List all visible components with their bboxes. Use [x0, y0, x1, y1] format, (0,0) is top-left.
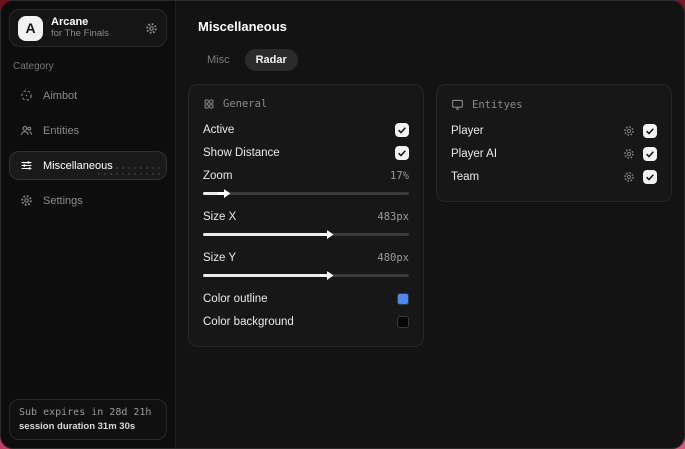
toggle-label: Active: [203, 124, 235, 136]
sliders-icon: [20, 159, 33, 172]
general-panel: General Active Show Distance Zoom 17% Si…: [188, 84, 424, 347]
toggle-label: Show Distance: [203, 147, 280, 159]
tab-misc[interactable]: Misc: [196, 49, 241, 71]
slider-value: 17%: [390, 170, 409, 182]
entity-label: Player: [451, 125, 484, 137]
sidebar-item-entities[interactable]: Entities: [9, 116, 167, 145]
sidebar-item-settings[interactable]: Settings: [9, 186, 167, 215]
page-title: Miscellaneous: [198, 19, 287, 34]
toggle-row-active: Active: [203, 119, 409, 141]
color-background-swatch[interactable]: [397, 316, 409, 328]
check-icon: [646, 151, 654, 158]
color-outline-row: Color outline: [203, 288, 409, 310]
slider-value: 480px: [377, 252, 409, 264]
gear-icon[interactable]: [145, 22, 158, 35]
slider-fill: [203, 271, 334, 280]
check-icon: [646, 174, 654, 181]
slider-value: 483px: [377, 211, 409, 223]
player-checkbox[interactable]: [643, 124, 657, 138]
entity-label: Team: [451, 171, 480, 183]
show-distance-checkbox[interactable]: [395, 146, 409, 160]
gear-icon[interactable]: [623, 148, 635, 160]
sidebar-item-label: Miscellaneous: [43, 159, 113, 172]
slider-fill: [203, 189, 231, 198]
gear-icon: [20, 194, 33, 207]
app-meta: Arcane for The Finals: [51, 16, 109, 40]
subscription-card: Sub expires in 28d 21h session duration …: [9, 399, 167, 440]
check-icon: [646, 128, 654, 135]
sidebar-item-miscellaneous[interactable]: Miscellaneous: [9, 151, 167, 180]
toggle-row-show-distance: Show Distance: [203, 142, 409, 164]
slider-label-row: Zoom 17%: [203, 165, 409, 187]
sidebar-item-label: Settings: [43, 194, 83, 207]
app-title: Arcane: [51, 16, 89, 29]
zoom-slider[interactable]: [203, 189, 409, 198]
size-y-slider-group: Size Y 480px: [203, 247, 409, 280]
check-icon: [398, 150, 406, 157]
zoom-slider-group: Zoom 17%: [203, 165, 409, 198]
size-y-slider[interactable]: [203, 271, 409, 280]
team-checkbox[interactable]: [643, 170, 657, 184]
slider-label-row: Size X 483px: [203, 206, 409, 228]
app-logo: A: [18, 15, 43, 41]
sidebar-item-label: Entities: [43, 124, 80, 137]
slider-fill: [203, 230, 334, 239]
slider-thumb[interactable]: [320, 271, 334, 280]
slider-thumb[interactable]: [217, 189, 231, 198]
active-checkbox[interactable]: [395, 123, 409, 137]
monitor-icon: [451, 98, 464, 111]
sidebar-item-aimbot[interactable]: Aimbot: [9, 81, 167, 110]
general-panel-header: General: [203, 98, 409, 110]
app-subtitle: for The Finals: [51, 27, 109, 39]
entity-row-team: Team: [451, 166, 657, 188]
general-panel-title: General: [223, 98, 268, 110]
grid-icon: [203, 98, 215, 110]
sub-expires-text: Sub expires in 28d 21h: [19, 407, 152, 418]
player-ai-checkbox[interactable]: [643, 147, 657, 161]
gear-icon[interactable]: [623, 125, 635, 137]
entities-panel-header: Entityes: [451, 98, 657, 111]
app-header-card: A Arcane for The Finals: [9, 9, 167, 47]
size-x-slider-group: Size X 483px: [203, 206, 409, 239]
tab-bar: Misc Radar: [196, 49, 672, 71]
slider-thumb[interactable]: [320, 230, 334, 239]
app-window: A Arcane for The Finals Category Aimbot: [0, 0, 685, 449]
entities-panel: Entityes Player Player AI Team: [436, 84, 672, 202]
entity-row-player: Player: [451, 120, 657, 142]
check-icon: [398, 127, 406, 134]
color-outline-swatch[interactable]: [397, 293, 409, 305]
slider-label: Size Y: [203, 252, 237, 264]
color-label: Color background: [203, 316, 294, 328]
slider-label-row: Size Y 480px: [203, 247, 409, 269]
entity-label: Player AI: [451, 148, 498, 160]
slider-label: Zoom: [203, 170, 233, 182]
entity-row-player-ai: Player AI: [451, 143, 657, 165]
slider-label: Size X: [203, 211, 237, 223]
sidebar-item-label: Aimbot: [43, 89, 78, 102]
gear-icon[interactable]: [623, 171, 635, 183]
users-icon: [20, 124, 33, 137]
sidebar: A Arcane for The Finals Category Aimbot: [1, 1, 176, 448]
color-background-row: Color background: [203, 311, 409, 333]
entities-panel-title: Entityes: [472, 98, 523, 111]
size-x-slider[interactable]: [203, 230, 409, 239]
session-duration-text: session duration 31m 30s: [19, 421, 136, 432]
panels-row: General Active Show Distance Zoom 17% Si…: [188, 84, 672, 347]
crosshair-icon: [20, 89, 33, 102]
main-content: Miscellaneous Misc Radar General Active …: [176, 1, 684, 448]
category-label: Category: [13, 61, 54, 72]
tab-radar[interactable]: Radar: [244, 49, 298, 71]
color-label: Color outline: [203, 293, 268, 305]
